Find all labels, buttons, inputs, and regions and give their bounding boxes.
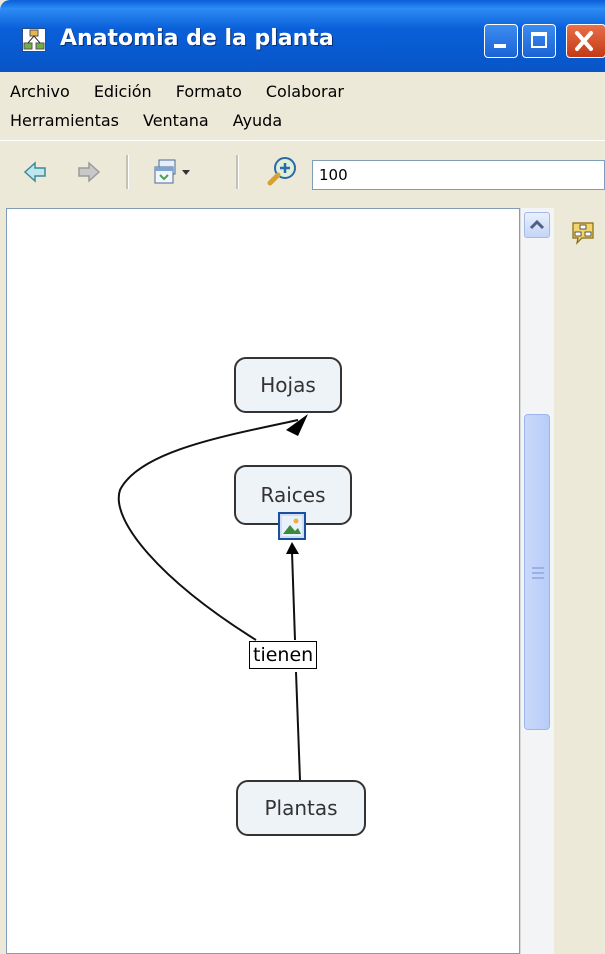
scroll-up-button[interactable] — [524, 212, 550, 238]
forward-button[interactable] — [76, 159, 102, 185]
zoom-input[interactable] — [312, 160, 605, 190]
close-button[interactable] — [566, 24, 605, 58]
maximize-button[interactable] — [522, 24, 556, 58]
menu-archivo[interactable]: Archivo — [10, 82, 70, 101]
picture-icon — [282, 516, 302, 536]
menu-colaborar[interactable]: Colaborar — [266, 82, 344, 101]
close-icon — [575, 31, 593, 51]
menu-bar: Archivo Edición Formato Colaborar Herram… — [0, 72, 605, 136]
scroll-thumb[interactable] — [524, 414, 550, 730]
back-arrow-icon — [23, 161, 46, 183]
back-button[interactable] — [22, 159, 48, 185]
minimize-icon — [494, 44, 506, 48]
scroll-grip — [532, 567, 544, 569]
menu-herramientas[interactable]: Herramientas — [10, 111, 119, 130]
menu-edicion[interactable]: Edición — [94, 82, 152, 101]
chevron-up-icon — [529, 219, 545, 230]
concept-node-hojas[interactable]: Hojas — [234, 357, 342, 413]
scroll-grip — [532, 572, 544, 574]
scroll-grip — [532, 577, 544, 579]
speech-map-icon — [572, 222, 594, 245]
window-title: Anatomia de la planta — [60, 26, 334, 51]
toolbar-separator — [126, 155, 129, 189]
map-canvas[interactable] — [6, 208, 520, 954]
forward-arrow-icon — [78, 161, 101, 183]
zoom-in-icon — [267, 157, 296, 186]
menu-formato[interactable]: Formato — [176, 82, 242, 101]
zoom-button[interactable] — [266, 155, 300, 186]
concept-node-plantas[interactable]: Plantas — [236, 780, 366, 836]
title-bar[interactable]: Anatomia de la planta — [0, 0, 605, 72]
side-panel — [554, 208, 605, 954]
maximize-icon — [531, 32, 547, 48]
menu-ventana[interactable]: Ventana — [143, 111, 209, 130]
cmap-panel-button[interactable] — [570, 220, 596, 246]
minimize-button[interactable] — [484, 24, 518, 58]
toolbar-separator — [236, 155, 239, 189]
image-resource-icon[interactable] — [278, 512, 306, 540]
view-dropdown-button[interactable] — [153, 159, 193, 185]
linking-phrase-tienen[interactable]: tienen — [249, 641, 318, 669]
windows-icon — [154, 159, 190, 184]
cmap-app-icon — [22, 28, 46, 52]
menu-ayuda[interactable]: Ayuda — [233, 111, 282, 130]
vertical-scrollbar[interactable] — [520, 208, 554, 954]
